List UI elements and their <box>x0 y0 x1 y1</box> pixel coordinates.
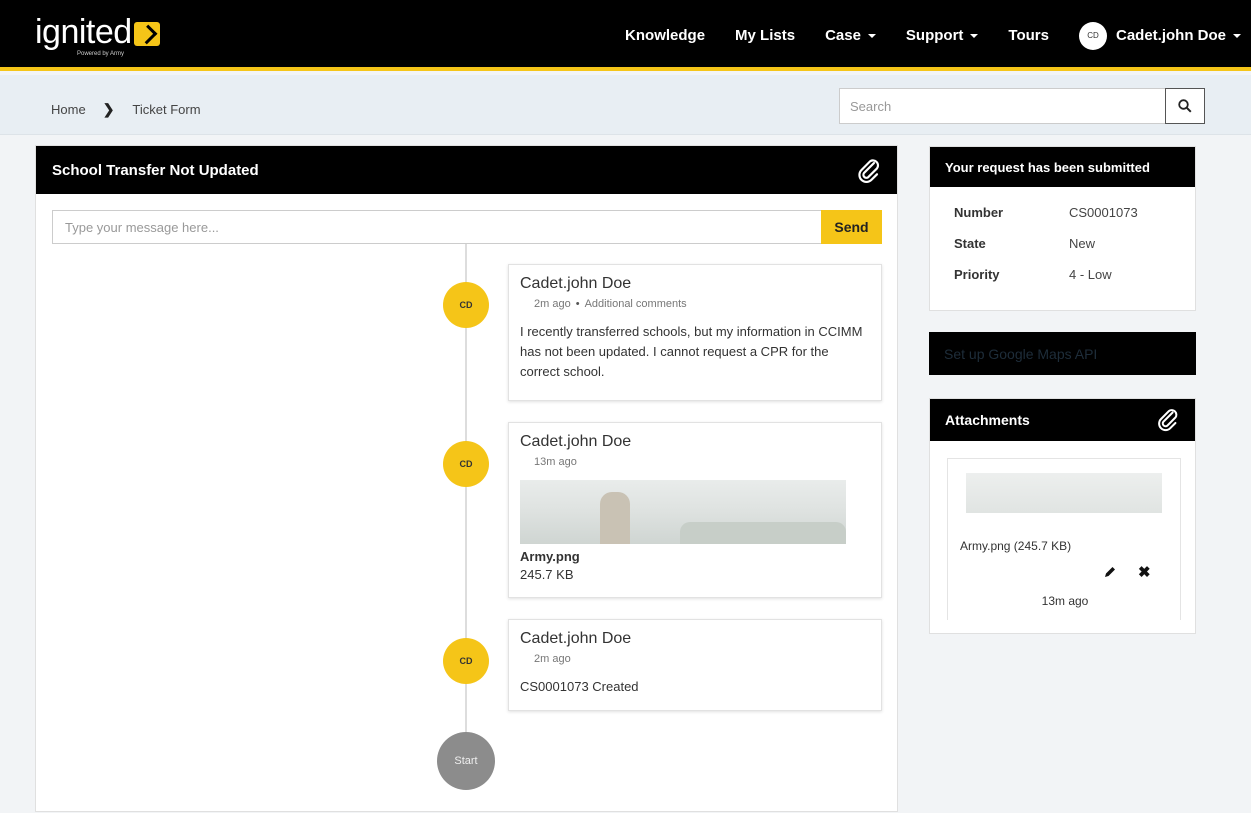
entry-type: Additional comments <box>584 298 687 310</box>
nav-my-lists[interactable]: My Lists <box>735 27 795 44</box>
summary-row-priority: Priority 4 - Low <box>954 259 1195 290</box>
search-icon <box>1178 99 1192 113</box>
summary-key: Number <box>954 205 1004 220</box>
entry-time: 2m ago <box>534 298 571 310</box>
file-size: 245.7 KB <box>520 567 574 582</box>
timeline-entry: Cadet.john Doe 2m ago • Additional comment… <box>508 264 882 401</box>
entry-author: Cadet.john Doe <box>520 275 632 292</box>
message-input[interactable] <box>52 210 821 244</box>
summary-row-state: State New <box>954 228 1195 259</box>
chevron-right-icon: ❯ <box>102 101 115 117</box>
paperclip-icon[interactable] <box>855 156 883 184</box>
attachment-thumbnail[interactable] <box>520 480 846 544</box>
nav-knowledge-label: Knowledge <box>625 27 706 44</box>
top-navbar: ignited Powered by Army Knowledge My Lis… <box>0 0 1251 71</box>
entry-avatar: CD <box>443 282 489 328</box>
summary-value: New <box>1069 236 1096 251</box>
entry-body: CS0001073 Created <box>520 679 639 694</box>
pencil-icon[interactable] <box>1103 565 1117 579</box>
entry-author: Cadet.john Doe <box>520 630 632 647</box>
user-menu[interactable]: CD Cadet.john Doe <box>1078 21 1241 50</box>
user-avatar: CD <box>1078 21 1107 50</box>
google-maps-placeholder: Set up Google Maps API <box>929 332 1196 375</box>
close-icon[interactable]: ✖ <box>1138 563 1151 581</box>
entry-time: 13m ago <box>534 456 577 468</box>
nav-tours-label: Tours <box>1008 27 1049 44</box>
nav-my-lists-label: My Lists <box>735 27 796 44</box>
attachment-thumbnail[interactable] <box>966 473 1162 513</box>
attachment-time: 13m ago <box>1041 594 1089 608</box>
caret-down-icon <box>970 33 979 38</box>
caret-down-icon <box>867 33 876 38</box>
paperclip-icon[interactable] <box>1155 406 1181 432</box>
search-button[interactable] <box>1165 88 1205 124</box>
entry-meta: 2m ago • Additional comments <box>534 298 870 310</box>
dot-separator-icon: • <box>575 298 580 310</box>
entry-author: Cadet.john Doe <box>520 433 632 450</box>
entry-body: I recently transferred schools, but my i… <box>520 324 863 379</box>
main-nav: Knowledge My Lists Case Support Tours CD… <box>595 0 1241 71</box>
logo-text: ignited <box>35 13 132 51</box>
timeline-entry: Cadet.john Doe 13m ago Army.png 245.7 KB <box>508 422 882 598</box>
nav-case[interactable]: Case <box>825 27 876 44</box>
ticket-title: School Transfer Not Updated <box>52 161 259 179</box>
search-box <box>839 88 1205 124</box>
attachment-file[interactable]: Army.png (245.7 KB) <box>960 539 1071 553</box>
logo-subtitle: Powered by Army <box>77 51 125 57</box>
entry-avatar: CD <box>443 638 489 684</box>
ticket-header: School Transfer Not Updated <box>36 146 897 194</box>
message-bar: Send <box>52 210 882 244</box>
entry-meta: 13m ago <box>534 456 870 468</box>
nav-support-label: Support <box>905 27 964 44</box>
summary-value: 4 - Low <box>1069 267 1112 282</box>
entry-meta: 2m ago <box>534 653 870 665</box>
logo-mark-icon <box>133 22 160 46</box>
summary-key: Priority <box>954 267 1000 282</box>
search-input[interactable] <box>839 88 1165 124</box>
caret-down-icon <box>1233 33 1241 38</box>
thumbnail-figure <box>600 492 630 544</box>
breadcrumb-home[interactable]: Home <box>51 102 86 117</box>
summary-panel: Your request has been submitted Number C… <box>929 146 1196 311</box>
user-name: Cadet.john Doe <box>1115 27 1226 44</box>
nav-support[interactable]: Support <box>906 27 979 44</box>
summary-row-number: Number CS0001073 <box>954 197 1195 228</box>
summary-header: Your request has been submitted <box>930 147 1195 187</box>
timeline-entry: Cadet.john Doe 2m ago CS0001073 Created <box>508 619 882 711</box>
summary-key: State <box>954 236 986 251</box>
breadcrumb: Home ❯ Ticket Form <box>51 101 201 118</box>
nav-case-label: Case <box>825 27 861 44</box>
attachments-header: Attachments <box>930 399 1195 441</box>
send-button[interactable]: Send <box>821 210 882 244</box>
timeline-start: Start <box>437 732 495 790</box>
breadcrumb-current: Ticket Form <box>132 102 201 117</box>
nav-tours[interactable]: Tours <box>1008 27 1049 44</box>
entry-avatar: CD <box>443 441 489 487</box>
attachment-card: Army.png (245.7 KB) ✖ 13m ago <box>947 458 1181 620</box>
attachments-panel: Attachments Army.png (245.7 KB) ✖ 13m ag… <box>929 398 1196 634</box>
file-name[interactable]: Army.png <box>520 549 870 564</box>
ticket-panel: School Transfer Not Updated Send CD Cade… <box>35 145 898 812</box>
summary-value: CS0001073 <box>1069 205 1138 220</box>
entry-time: 2m ago <box>534 653 571 665</box>
attachments-title: Attachments <box>945 412 1030 428</box>
ignited-logo[interactable]: ignited Powered by Army <box>35 13 160 57</box>
nav-knowledge[interactable]: Knowledge <box>625 27 705 44</box>
thumbnail-trees <box>680 522 846 544</box>
